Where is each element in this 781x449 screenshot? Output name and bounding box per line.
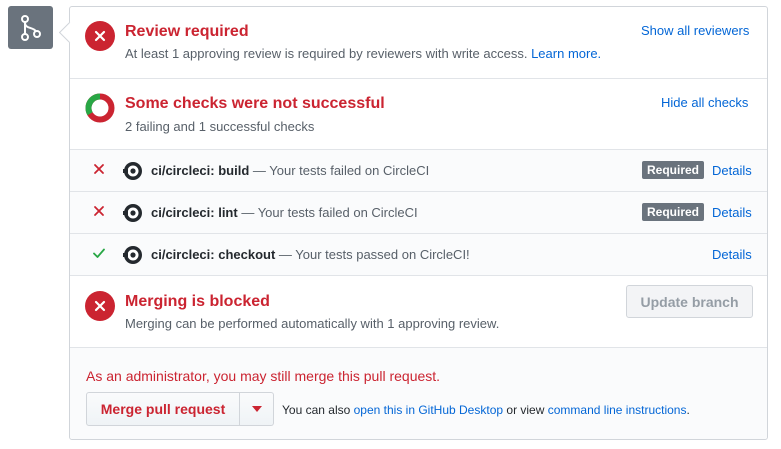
required-badge: Required (642, 161, 705, 179)
git-merge-icon (8, 6, 53, 49)
checks-title: Some checks were not successful (125, 95, 385, 112)
caret-down-icon (251, 406, 262, 412)
circleci-icon (123, 162, 142, 180)
details-link-checkout[interactable]: Details (712, 247, 752, 262)
merge-button-group: Merge pull request (86, 392, 274, 426)
circleci-icon (123, 246, 142, 264)
admin-note: As an administrator, you may still merge… (86, 368, 441, 384)
review-subtitle: At least 1 approving review is required … (125, 46, 601, 61)
review-title: Review required (125, 23, 249, 40)
details-link-lint[interactable]: Details (712, 205, 752, 220)
check-name: ci/circleci: checkout (151, 247, 276, 262)
or-view-text: or view (506, 403, 545, 417)
check-name: ci/circleci: lint (151, 205, 238, 220)
merge-footer: As an administrator, you may still merge… (70, 348, 767, 439)
merge-blocked-icon (85, 291, 115, 321)
merge-blocked-subtitle: Merging can be performed automatically w… (125, 316, 500, 331)
checks-donut-icon (85, 93, 115, 123)
checks-summary-section: Some checks were not successful 2 failin… (70, 79, 767, 150)
merge-alternatives: You can also open this in GitHub Desktop… (282, 403, 690, 417)
circleci-icon (123, 204, 142, 222)
review-subtitle-text: At least 1 approving review is required … (125, 46, 528, 61)
check-text: ci/circleci: checkout — Your tests passe… (151, 247, 470, 262)
check-icon (93, 248, 105, 258)
merge-blocked-title: Merging is blocked (125, 293, 270, 310)
period: . (686, 403, 690, 417)
review-section: Review required At least 1 approving rev… (70, 7, 767, 79)
x-icon (94, 164, 104, 174)
review-failed-icon (85, 21, 115, 51)
check-description: — Your tests failed on CircleCI (241, 205, 418, 220)
github-desktop-link[interactable]: open this in GitHub Desktop (354, 403, 503, 417)
details-link-build[interactable]: Details (712, 163, 752, 178)
check-text: ci/circleci: build — Your tests failed o… (151, 163, 429, 178)
x-icon (94, 206, 104, 216)
hide-all-checks-link[interactable]: Hide all checks (661, 95, 748, 110)
learn-more-link[interactable]: Learn more. (531, 46, 601, 61)
check-description: — Your tests failed on CircleCI (252, 163, 430, 178)
merge-status-panel: Review required At least 1 approving rev… (69, 6, 768, 440)
check-name: ci/circleci: build (151, 163, 250, 178)
check-row-lint: ci/circleci: lint — Your tests failed on… (70, 192, 767, 234)
update-branch-button[interactable]: Update branch (626, 285, 753, 318)
checks-subtitle: 2 failing and 1 successful checks (125, 119, 315, 134)
check-row-checkout: ci/circleci: checkout — Your tests passe… (70, 234, 767, 276)
merge-method-dropdown[interactable] (240, 392, 274, 426)
check-text: ci/circleci: lint — Your tests failed on… (151, 205, 418, 220)
command-line-instructions-link[interactable]: command line instructions (548, 403, 687, 417)
check-description: — Your tests passed on CircleCI! (278, 247, 470, 262)
check-row-build: ci/circleci: build — Your tests failed o… (70, 150, 767, 192)
merge-blocked-section: Merging is blocked Merging can be perfor… (70, 276, 767, 348)
show-all-reviewers-link[interactable]: Show all reviewers (641, 23, 749, 38)
required-badge: Required (642, 203, 705, 221)
also-prefix: You can also (282, 403, 351, 417)
merge-pull-request-button[interactable]: Merge pull request (86, 392, 240, 426)
